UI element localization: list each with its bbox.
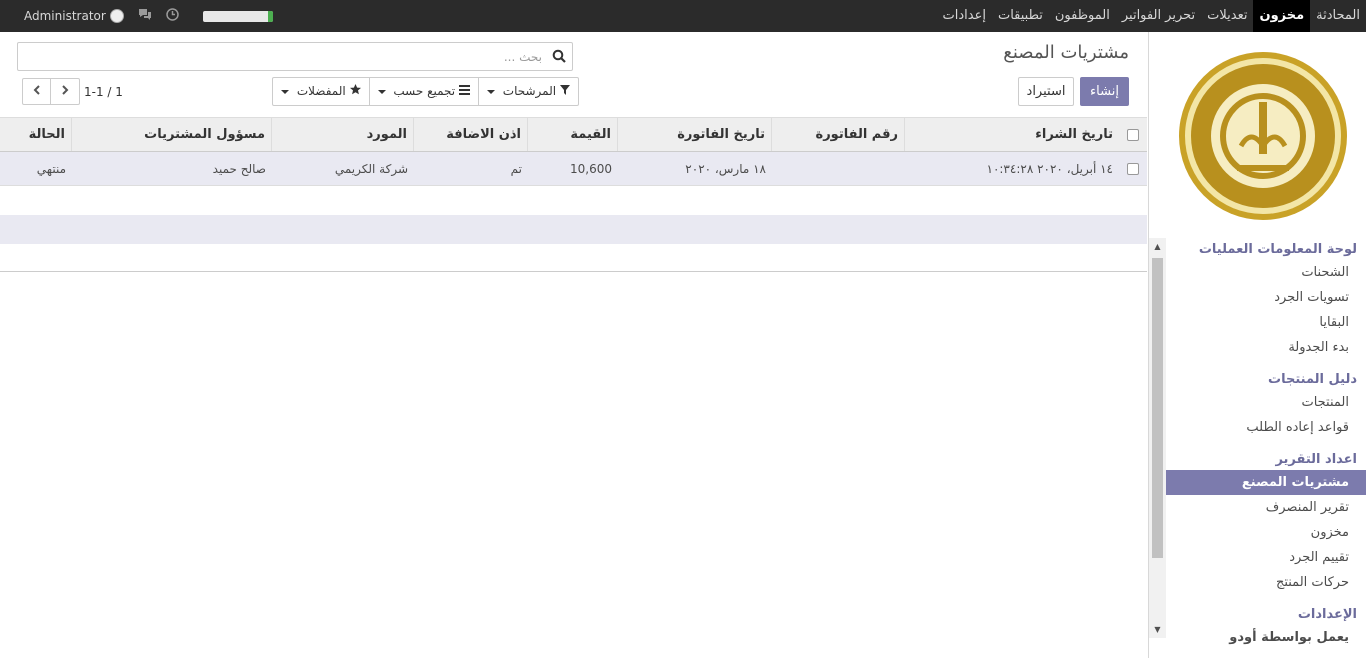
scroll-thumb[interactable] — [1152, 258, 1163, 558]
list-view: تاريخ الشراء رقم الفاتورة تاريخ الفاتورة… — [0, 117, 1147, 272]
sidebar-item-run-scheduler[interactable]: بدء الجدولة — [1149, 335, 1366, 360]
avatar[interactable] — [109, 9, 124, 23]
sidebar-item-factory-purchases[interactable]: مشتريات المصنع — [1149, 470, 1366, 495]
sidebar-item-scrap[interactable]: البقايا — [1149, 310, 1366, 335]
pager-value[interactable]: 1-1 / 1 — [84, 85, 123, 99]
bars-icon — [458, 85, 470, 95]
cell-amount: 10,600 — [570, 161, 612, 176]
search-input[interactable] — [18, 43, 548, 70]
menu-discuss[interactable]: المحادثة — [1310, 0, 1366, 32]
star-icon — [349, 84, 361, 95]
cell-status: منتهي — [36, 161, 66, 176]
col-status[interactable]: الحالة — [0, 118, 72, 151]
table-header: تاريخ الشراء رقم الفاتورة تاريخ الفاتورة… — [0, 117, 1147, 152]
app-menu: المحادثة مخزون تعديلات تحرير الفواتير ال… — [937, 0, 1366, 32]
menu-inventory[interactable]: مخزون — [1253, 0, 1311, 32]
menu-settings[interactable]: إعدادات — [937, 0, 992, 32]
caret-down-icon — [486, 89, 495, 94]
col-vendor[interactable]: المورد — [272, 118, 414, 151]
clock-icon[interactable] — [166, 7, 179, 25]
filter-icon — [559, 85, 570, 95]
sidebar-menu: لوحة المعلومات العمليات الشحنات تسويات ا… — [1149, 238, 1366, 658]
menu-adjustments[interactable]: تعديلات — [1201, 0, 1253, 32]
col-invoice-number[interactable]: رقم الفاتورة — [772, 118, 905, 151]
filters-button[interactable]: المرشحات — [477, 78, 578, 105]
table-footer — [0, 244, 1147, 272]
cell-vendor: شركة الكريمي — [334, 161, 408, 176]
group-by-button[interactable]: تجميع حسب — [368, 78, 478, 105]
page-title: مشتريات المصنع — [1003, 42, 1129, 63]
search-icon[interactable] — [552, 49, 566, 63]
chevron-right-icon — [62, 85, 69, 95]
pager-previous-button[interactable] — [22, 78, 51, 105]
sidebar-item-stock[interactable]: مخزون — [1149, 520, 1366, 545]
group-by-label: تجميع حسب — [393, 84, 456, 98]
sidebar-item-stock-moves[interactable]: حركات المنتج — [1149, 570, 1366, 595]
sidebar-item-transfers[interactable]: الشحنات — [1149, 260, 1366, 285]
search-bar — [17, 42, 573, 71]
cell-invoice-number — [772, 152, 905, 185]
sidebar-section-reporting[interactable]: اعداد التقرير — [1149, 448, 1366, 470]
sidebar-section-master-data[interactable]: دليل المنتجات — [1149, 368, 1366, 390]
sidebar-section-dashboard[interactable]: لوحة المعلومات العمليات — [1149, 238, 1366, 260]
menu-employees[interactable]: الموظفون — [1049, 0, 1116, 32]
user-name[interactable]: Administrator — [24, 9, 106, 23]
pager: 1-1 / 1 — [22, 77, 123, 106]
menu-invoicing[interactable]: تحرير الفواتير — [1116, 0, 1201, 32]
row-checkbox[interactable] — [1127, 162, 1139, 175]
favorites-label: المفضلات — [296, 84, 346, 98]
scroll-up-icon[interactable]: ▲ — [1149, 238, 1166, 255]
scroll-down-icon[interactable]: ▼ — [1149, 621, 1166, 638]
cell-receipt-note: تم — [510, 161, 522, 176]
col-invoice-date[interactable]: تاريخ الفاتورة — [618, 118, 772, 151]
sidebar-item-inventory-valuation[interactable]: تقييم الجرد — [1149, 545, 1366, 570]
sidebar: لوحة المعلومات العمليات الشحنات تسويات ا… — [1148, 32, 1366, 658]
table-row[interactable]: ١٤ أبريل، ٢٠٢٠ ١٠:٣٤:٢٨ ١٨ مارس، ٢٠٢٠ 10… — [0, 152, 1147, 186]
chat-icon[interactable] — [138, 8, 152, 24]
col-amount[interactable]: القيمة — [528, 118, 618, 151]
sidebar-scrollbar[interactable]: ▲ ▼ — [1149, 238, 1166, 638]
col-purchase-officer[interactable]: مسؤول المشتريات — [72, 118, 272, 151]
sidebar-item-products[interactable]: المنتجات — [1149, 390, 1366, 415]
row-select-cell — [1119, 152, 1147, 185]
select-all-checkbox[interactable] — [1127, 128, 1139, 141]
sidebar-item-inventory-adjustments[interactable]: تسويات الجرد — [1149, 285, 1366, 310]
col-receipt-note[interactable]: اذن الاضافة — [414, 118, 528, 151]
filters-label: المرشحات — [502, 84, 557, 98]
import-button[interactable]: استيراد — [1018, 77, 1074, 106]
sidebar-item-dispatch-report[interactable]: تقرير المنصرف — [1149, 495, 1366, 520]
empty-row — [0, 186, 1147, 215]
powered-by-link[interactable]: يعمل بواسطة أودو — [1149, 625, 1366, 650]
company-logo — [1173, 48, 1353, 224]
db-progress-bar — [202, 10, 273, 22]
create-button[interactable]: إنشاء — [1080, 77, 1129, 106]
cell-purchase-officer: صالح حميد — [212, 161, 266, 176]
top-navbar: المحادثة مخزون تعديلات تحرير الفواتير ال… — [0, 0, 1366, 32]
empty-row — [0, 215, 1147, 244]
caret-down-icon — [281, 89, 289, 94]
col-purchase-date[interactable]: تاريخ الشراء — [905, 118, 1119, 151]
cell-invoice-date: ١٨ مارس، ٢٠٢٠ — [685, 161, 766, 176]
sidebar-section-configuration[interactable]: الإعدادات — [1149, 603, 1366, 625]
pager-next-button[interactable] — [51, 78, 80, 105]
search-options: المرشحات تجميع حسب المفضلات — [272, 77, 579, 106]
menu-apps[interactable]: تطبيقات — [992, 0, 1049, 32]
favorites-button[interactable]: المفضلات — [273, 78, 369, 105]
chevron-left-icon — [33, 85, 40, 95]
select-all-cell — [1119, 118, 1147, 151]
systray: Administrator — [0, 0, 273, 32]
cell-purchase-date: ١٤ أبريل، ٢٠٢٠ ١٠:٣٤:٢٨ — [986, 161, 1114, 176]
caret-down-icon — [377, 89, 386, 94]
sidebar-item-reordering-rules[interactable]: قواعد إعاده الطلب — [1149, 415, 1366, 440]
